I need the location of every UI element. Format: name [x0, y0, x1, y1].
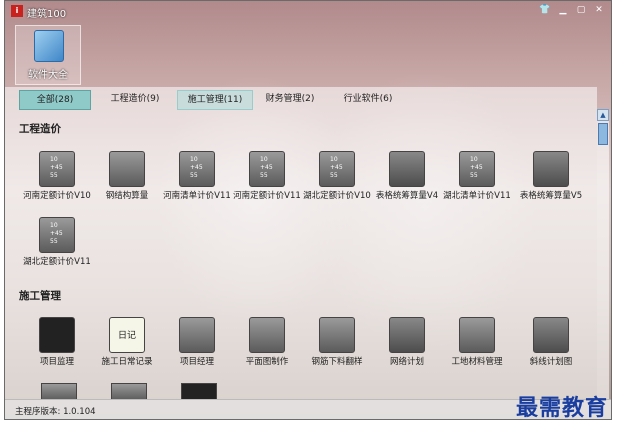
app-label: 钢结构算量 [105, 191, 149, 201]
app-logo-icon: i [11, 5, 23, 17]
software-catalog-tile[interactable]: 软件大全 [15, 25, 81, 85]
network-plan-icon [389, 317, 425, 353]
version-text: 主程序版本: 1.0.104 [15, 407, 96, 417]
app-tile[interactable]: 表格统筹算量V4 [371, 151, 443, 201]
app-tile[interactable]: 项目经理 [161, 317, 233, 367]
vertical-scrollbar[interactable]: ▲ [597, 109, 609, 399]
app-label: 湖北清单计价V11 [443, 191, 511, 201]
app-icon-partial[interactable] [181, 383, 217, 400]
section-title-construction: 施工管理 [19, 290, 61, 302]
section-title-cost: 工程造价 [19, 123, 61, 135]
diary-icon: 日记 [109, 317, 145, 353]
app-tile[interactable]: 平面图制作 [231, 317, 303, 367]
app-label: 河南定额计价V10 [23, 191, 91, 201]
tab-finance[interactable]: 财务管理(2) [255, 90, 325, 108]
calculator-icon: 10 +45 55 [179, 151, 215, 187]
app-icon-partial[interactable] [111, 383, 147, 400]
magnifier-icon [39, 317, 75, 353]
app-label: 斜线计划图 [529, 357, 573, 367]
skin-icon[interactable]: 👕 [537, 3, 553, 17]
category-tabs: 全部(28) 工程造价(9) 施工管理(11) 财务管理(2) 行业软件(6) [19, 90, 599, 110]
app-label: 项目经理 [179, 357, 214, 367]
title-bar[interactable]: i 建筑100 👕 ▁ ▢ ✕ [5, 1, 611, 21]
app-tile[interactable]: 钢筋下料翻样 [301, 317, 373, 367]
calculator-icon: 10 +45 55 [249, 151, 285, 187]
app-label: 湖北定额计价V10 [303, 191, 371, 201]
maximize-icon[interactable]: ▢ [573, 3, 589, 17]
steel-structure-icon [109, 151, 145, 187]
diagonal-plan-icon [533, 317, 569, 353]
app-tile[interactable]: 工地材料管理 [441, 317, 513, 367]
scroll-up-icon[interactable]: ▲ [597, 109, 609, 121]
app-label: 项目监理 [39, 357, 74, 367]
software-catalog-label: 软件大全 [28, 70, 68, 81]
rebar-icon [319, 317, 355, 353]
app-label: 施工日常记录 [101, 357, 153, 367]
app-tile[interactable]: 10 +45 55 河南定额计价V11 [231, 151, 303, 201]
app-tile[interactable]: 10 +45 55 河南定额计价V10 [21, 151, 93, 201]
tab-industry[interactable]: 行业软件(6) [333, 90, 403, 108]
window-title: 建筑100 [27, 9, 67, 20]
bar-chart-icon [533, 151, 569, 187]
app-tile[interactable]: 钢结构算量 [91, 151, 163, 201]
app-tile[interactable]: 表格统筹算量V5 [515, 151, 587, 201]
scroll-thumb[interactable] [598, 123, 608, 145]
app-window: i 建筑100 👕 ▁ ▢ ✕ 软件大全 全部(28) 工程造价(9) 施工管理… [4, 0, 612, 420]
app-label: 工地材料管理 [451, 357, 503, 367]
app-label: 表格统筹算量V4 [375, 191, 439, 201]
app-label: 钢筋下料翻样 [311, 357, 363, 367]
app-label: 湖北定额计价V11 [23, 257, 91, 267]
materials-icon [459, 317, 495, 353]
tab-cost[interactable]: 工程造价(9) [97, 90, 173, 108]
manager-icon [179, 317, 215, 353]
app-label: 河南清单计价V11 [163, 191, 231, 201]
app-icon-partial[interactable] [41, 383, 77, 400]
calculator-icon: 10 +45 55 [39, 217, 75, 253]
app-label: 表格统筹算量V5 [519, 191, 583, 201]
app-label: 平面图制作 [245, 357, 289, 367]
bar-chart-icon [389, 151, 425, 187]
calculator-icon: 10 +45 55 [459, 151, 495, 187]
app-tile[interactable]: 项目监理 [21, 317, 93, 367]
calculator-icon: 10 +45 55 [39, 151, 75, 187]
minimize-icon[interactable]: ▁ [555, 3, 571, 17]
app-tile[interactable]: 10 +45 55 湖北定额计价V10 [301, 151, 373, 201]
app-tile[interactable]: 10 +45 55 湖北定额计价V11 [21, 217, 93, 267]
app-tile[interactable]: 斜线计划图 [515, 317, 587, 367]
floor-plan-icon [249, 317, 285, 353]
tab-all[interactable]: 全部(28) [19, 90, 91, 110]
calculator-icon: 10 +45 55 [319, 151, 355, 187]
app-tile[interactable]: 10 +45 55 湖北清单计价V11 [441, 151, 513, 201]
app-tile[interactable]: 日记 施工日常记录 [91, 317, 163, 367]
watermark-logo: 最需教育 [516, 395, 609, 421]
app-tile[interactable]: 网络计划 [371, 317, 443, 367]
tab-construction[interactable]: 施工管理(11) [177, 90, 253, 110]
software-catalog-icon [34, 30, 64, 62]
close-icon[interactable]: ✕ [591, 3, 607, 17]
app-label: 网络计划 [389, 357, 424, 367]
app-tile[interactable]: 10 +45 55 河南清单计价V11 [161, 151, 233, 201]
app-label: 河南定额计价V11 [233, 191, 301, 201]
